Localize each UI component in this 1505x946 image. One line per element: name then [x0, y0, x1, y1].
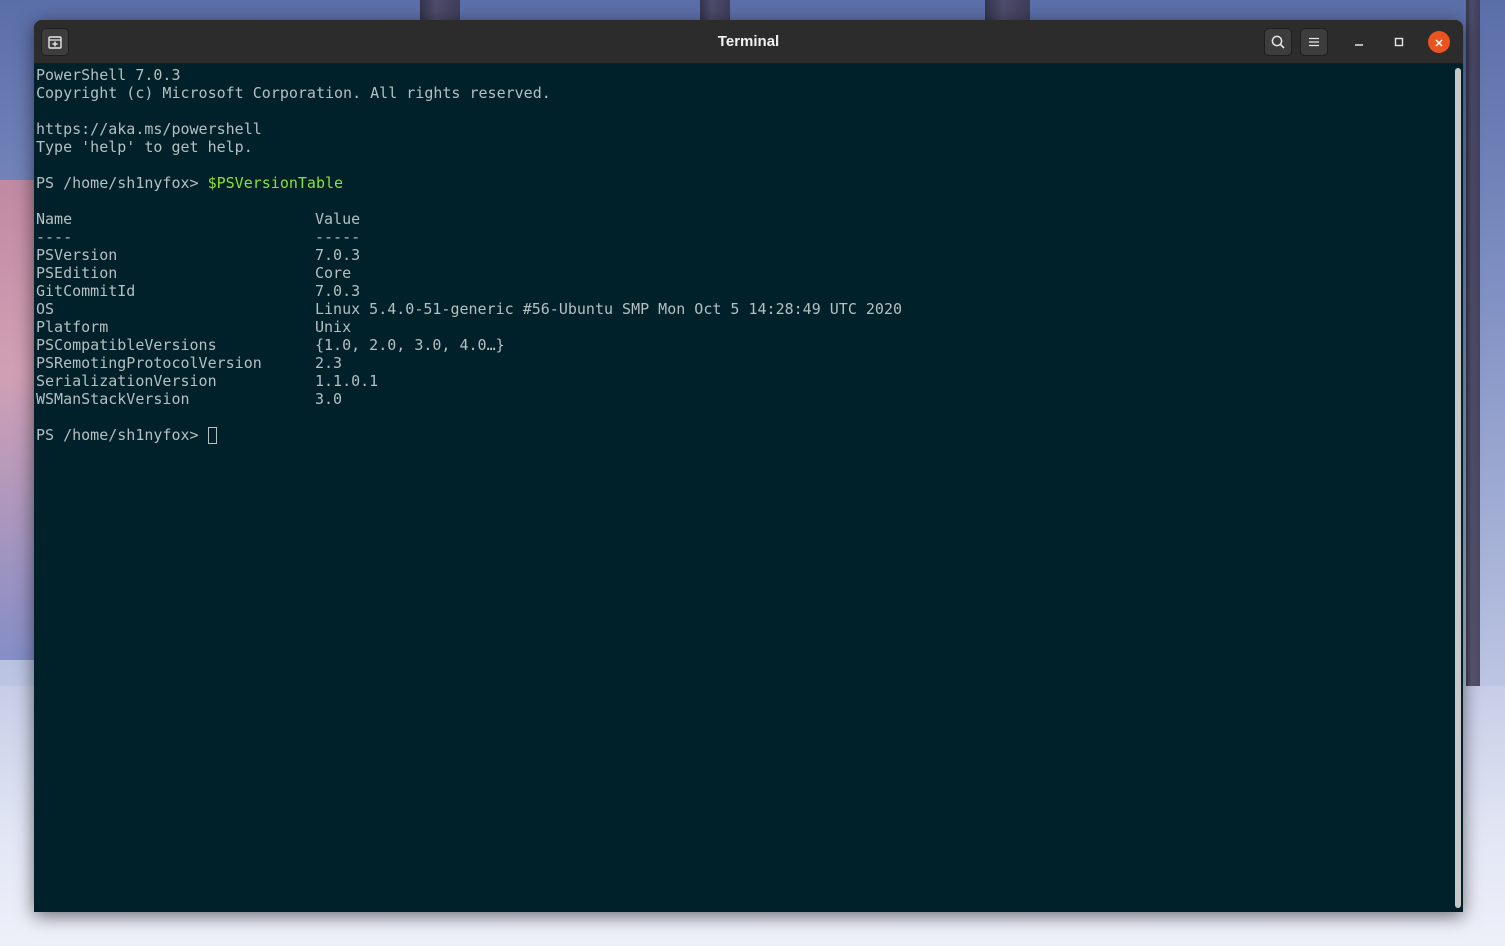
banner-line	[36, 102, 1463, 120]
terminal-window: Terminal PowerShell 7.0.3 Copyright (c) …	[34, 20, 1463, 912]
row-name: OS	[36, 300, 55, 318]
text-cursor[interactable]	[207, 427, 217, 444]
table-row: OS Linux 5.4.0-51-generic #56-Ubuntu SMP …	[36, 300, 1463, 318]
search-button[interactable]	[1264, 28, 1292, 56]
table-row: WSManStackVersion 3.0	[36, 390, 1463, 408]
header-name: Name	[36, 210, 73, 228]
prompt: PS /home/sh1nyfox>	[36, 426, 208, 444]
terminal-content[interactable]: PowerShell 7.0.3 Copyright (c) Microsoft…	[34, 64, 1463, 912]
row-name: PSCompatibleVersions	[36, 336, 217, 354]
row-value: {1.0, 2.0, 3.0, 4.0…}	[315, 336, 505, 354]
row-value: Unix	[315, 318, 352, 336]
minimize-button[interactable]	[1348, 31, 1370, 53]
row-value: Linux 5.4.0-51-generic #56-Ubuntu SMP Mo…	[315, 300, 902, 318]
header-value: Value	[315, 210, 361, 228]
table-row: GitCommitId 7.0.3	[36, 282, 1463, 300]
table-separator: ---- -----	[36, 228, 1463, 246]
maximize-button[interactable]	[1388, 31, 1410, 53]
table-row: PSRemotingProtocolVersion 2.3	[36, 354, 1463, 372]
row-value: 7.0.3	[315, 282, 361, 300]
row-name: PSRemotingProtocolVersion	[36, 354, 262, 372]
row-name: PSVersion	[36, 246, 118, 264]
banner-line: Copyright (c) Microsoft Corporation. All…	[36, 84, 551, 102]
row-value: Core	[315, 264, 352, 282]
row-value: 2.3	[315, 354, 343, 372]
prompt: PS /home/sh1nyfox>	[36, 174, 208, 192]
table-row: SerializationVersion 1.1.0.1	[36, 372, 1463, 390]
maximize-icon	[1393, 33, 1405, 52]
row-value: 1.1.0.1	[315, 372, 379, 390]
row-name: WSManStackVersion	[36, 390, 190, 408]
window-title: Terminal	[717, 33, 780, 50]
table-row: PSCompatibleVersions {1.0, 2.0, 3.0, 4.0……	[36, 336, 1463, 354]
active-prompt-line[interactable]: PS /home/sh1nyfox>	[36, 426, 1463, 444]
menu-button[interactable]	[1300, 28, 1328, 56]
row-value: 3.0	[315, 390, 343, 408]
row-name: Platform	[36, 318, 109, 336]
banner-line: PowerShell 7.0.3	[36, 66, 181, 84]
title-bar[interactable]: Terminal	[34, 20, 1463, 64]
close-button[interactable]	[1428, 31, 1450, 53]
hamburger-menu-icon	[1307, 35, 1321, 49]
scrollbar[interactable]	[1455, 68, 1461, 908]
command-line: PS /home/sh1nyfox> $PSVersionTable	[36, 174, 1463, 192]
banner-line: https://aka.ms/powershell	[36, 120, 262, 138]
table-header: Name Value	[36, 210, 1463, 228]
separator-name: ----	[36, 228, 73, 246]
search-icon	[1270, 34, 1286, 50]
banner-line: Type 'help' to get help.	[36, 138, 253, 156]
row-name: SerializationVersion	[36, 372, 217, 390]
separator-value: -----	[315, 228, 361, 246]
row-name: PSEdition	[36, 264, 118, 282]
table-row: PSVersion 7.0.3	[36, 246, 1463, 264]
row-name: GitCommitId	[36, 282, 136, 300]
row-value: 7.0.3	[315, 246, 361, 264]
table-row: PSEdition Core	[36, 264, 1463, 282]
minimize-icon	[1353, 33, 1365, 52]
command-text: $PSVersionTable	[207, 174, 344, 192]
table-row: Platform Unix	[36, 318, 1463, 336]
close-icon	[1434, 33, 1444, 52]
